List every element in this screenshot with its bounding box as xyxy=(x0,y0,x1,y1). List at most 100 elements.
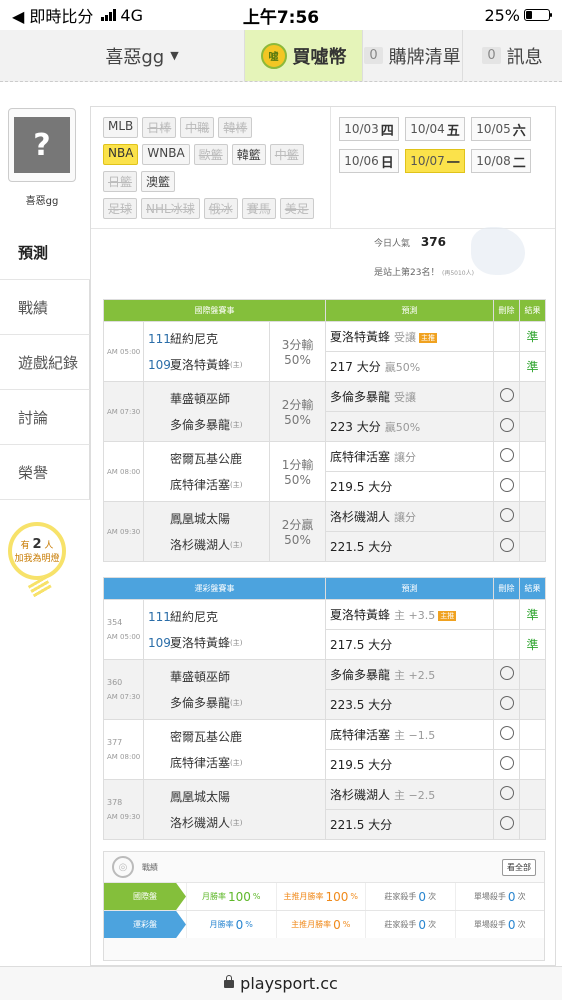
delete-cell xyxy=(493,749,520,780)
coin-icon: 噓 xyxy=(260,42,287,69)
delete-circle-icon[interactable] xyxy=(499,786,514,800)
pick-text: 217.5 大分 xyxy=(330,638,393,652)
record-row: 運彩盤 月勝率 0% 主推月勝率 0% 莊家殺手 0 次單場殺手 0 次 xyxy=(104,910,544,938)
messages-button[interactable]: 0 訊息 xyxy=(462,30,562,81)
buy-coin-button[interactable]: 噓 買噓幣 xyxy=(245,30,362,81)
league-button[interactable]: 賽馬 xyxy=(241,198,276,219)
menu-game-history[interactable]: 遊戲紀錄 xyxy=(0,335,90,390)
see-all-button[interactable]: 看全部 xyxy=(502,858,536,876)
date-button[interactable]: 10/04 五 xyxy=(405,117,465,141)
pick-text: 底特律活塞 xyxy=(330,728,391,742)
league-button[interactable]: 中職 xyxy=(180,117,215,138)
delete-circle-icon[interactable] xyxy=(499,418,514,432)
record-stat-label: 莊家殺手 xyxy=(384,920,417,929)
pick-note: 讓分 xyxy=(394,511,417,524)
pick-text: 223.5 大分 xyxy=(330,698,393,712)
league-button[interactable]: MLB xyxy=(103,117,139,138)
delete-circle-icon[interactable] xyxy=(499,448,514,462)
date-button[interactable]: 10/03 四 xyxy=(339,117,399,141)
delete-circle-icon[interactable] xyxy=(499,388,514,402)
battery-percent: 25% xyxy=(484,5,520,25)
spread-result: 3分輸 xyxy=(281,338,314,352)
team-id: 109 xyxy=(148,357,171,372)
table-row: 354 AM 05:00 111 紐約尼克 109 夏洛特黃蜂 (主) 夏洛特黃蜂主 +3.5… xyxy=(103,599,546,660)
league-button[interactable]: 韓籃 xyxy=(231,144,266,165)
record-stat-label: 單場殺手 xyxy=(473,892,506,901)
record-title: 戰績 xyxy=(142,862,158,872)
league-button[interactable]: 足球 xyxy=(103,198,138,219)
weekday-label: 四 xyxy=(380,123,394,139)
game-time: AM 07:30 xyxy=(103,381,144,442)
delete-circle-icon[interactable] xyxy=(499,478,514,492)
league-button[interactable]: 俄冰 xyxy=(203,198,238,219)
url-bar[interactable]: playsport.cc xyxy=(0,966,562,1000)
back-to-app-link[interactable]: ◀ 即時比分 xyxy=(12,3,93,27)
league-button[interactable]: 日籃 xyxy=(103,171,138,192)
site-rank-text: 是站上第23名！ xyxy=(374,268,440,278)
record-row: 國際盤 月勝率 100% 主推月勝率 100% 莊家殺手 0 次單場殺手 0 次 xyxy=(104,882,544,910)
delete-circle-icon[interactable] xyxy=(499,726,514,740)
team-row: 底特律活塞 (主) xyxy=(148,472,265,498)
record-stat-value: 0 xyxy=(333,917,341,932)
default-avatar-icon: ? xyxy=(14,117,70,173)
league-button[interactable]: NHL冰球 xyxy=(141,198,200,219)
delete-circle-icon[interactable] xyxy=(499,816,514,830)
delete-circle-icon[interactable] xyxy=(499,538,514,552)
home-marker: (主) xyxy=(230,818,243,827)
league-button[interactable]: 歐籃 xyxy=(193,144,228,165)
delete-cell xyxy=(493,779,520,810)
date-button[interactable]: 10/07 一 xyxy=(405,149,465,173)
home-marker: (主) xyxy=(230,420,243,429)
delete-circle-icon[interactable] xyxy=(499,696,514,710)
pick-cell: 223.5 大分 xyxy=(325,689,494,720)
delete-circle-icon[interactable] xyxy=(499,756,514,770)
league-button[interactable]: 韓棒 xyxy=(218,117,253,138)
status-bar: ◀ 即時比分 4G 上午7:56 25% xyxy=(0,0,562,30)
spread-line: 2分贏 50% xyxy=(268,501,327,562)
delete-circle-icon[interactable] xyxy=(499,666,514,680)
result-cell xyxy=(519,689,546,720)
delete-cell xyxy=(493,719,520,750)
league-button[interactable]: 中籃 xyxy=(269,144,304,165)
date-button[interactable]: 10/06 日 xyxy=(339,149,399,173)
profile-sidebar: ? 喜惡gg 預測 戰績 遊戲紀錄 討論 榮譽 有 2 人 加我為明燈 xyxy=(0,100,90,599)
international-predictions-table: 國際盤賽事 預測 刪除 結果 AM 05:00 111 紐約尼克 109 夏洛特黃蜂 (主… xyxy=(102,299,547,562)
spread-percent: 50% xyxy=(284,533,311,547)
league-button[interactable]: NBA xyxy=(103,144,139,165)
record-stat-unit: % xyxy=(245,920,253,929)
result-cell xyxy=(519,381,547,412)
result-cell xyxy=(519,749,546,780)
pick-text: 多倫多暴龍 xyxy=(330,390,391,404)
league-button[interactable]: 日棒 xyxy=(142,117,177,138)
intl-header-delete: 刪除 xyxy=(493,299,521,322)
league-button[interactable]: 澳籃 xyxy=(141,171,176,192)
team-name: 華盛頓巫師 xyxy=(170,392,231,406)
menu-discussion[interactable]: 討論 xyxy=(0,390,90,445)
user-dropdown[interactable]: 喜惡gg ▼ xyxy=(0,30,245,81)
cart-label: 購牌清單 xyxy=(388,46,461,68)
date-button[interactable]: 10/05 六 xyxy=(471,117,531,141)
pick-note: 主 +2.5 xyxy=(394,669,436,682)
date-filter: 10/03 四 10/04 五 10/05 六 10/06 日 10/07 一 10/08 二 xyxy=(331,107,555,228)
follow-lightbulb-button[interactable]: 有 2 人 加我為明燈 xyxy=(8,522,66,580)
spread-percent: 50% xyxy=(284,473,311,487)
league-button[interactable]: 美足 xyxy=(279,198,314,219)
network-type: 4G xyxy=(120,5,143,25)
game-number: 377 xyxy=(107,738,123,747)
league-button[interactable]: WNBA xyxy=(142,144,190,165)
menu-record[interactable]: 戰績 xyxy=(0,280,90,335)
record-stat-value: 0 xyxy=(507,917,516,932)
pick-text: 219.5 大分 xyxy=(330,480,393,494)
menu-predictions[interactable]: 預測 xyxy=(0,225,90,280)
date-button[interactable]: 10/08 二 xyxy=(471,149,531,173)
result-cell xyxy=(519,719,546,750)
menu-honors[interactable]: 榮譽 xyxy=(0,445,90,500)
pick-cell: 夏洛特黃蜂 受讓 主推 xyxy=(325,321,495,352)
record-stat-label: 莊家殺手 xyxy=(384,892,417,901)
delete-circle-icon[interactable] xyxy=(499,508,514,522)
cart-button[interactable]: 0 購牌清單 xyxy=(362,30,462,81)
avatar[interactable]: ? xyxy=(8,108,76,182)
table-row: 360 AM 07:30 華盛頓巫師 多倫多暴龍 (主) 多倫多暴龍主 +2.5 xyxy=(103,659,546,720)
spread-percent: 50% xyxy=(284,413,311,427)
pick-cell: 217.5 大分 xyxy=(325,629,494,660)
